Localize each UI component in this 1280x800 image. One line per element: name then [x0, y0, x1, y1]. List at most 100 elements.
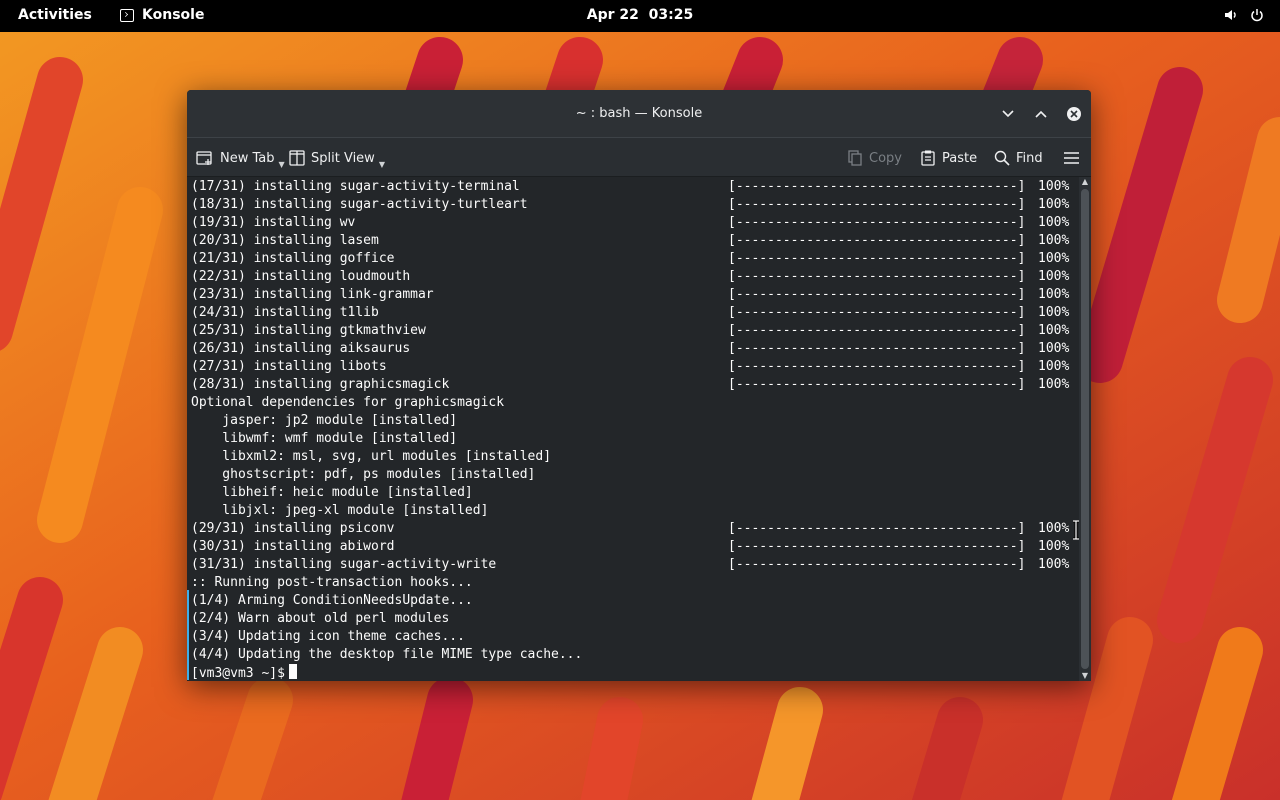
terminal-line: (19/31) installing wv [------------------…	[191, 214, 1071, 232]
progress-bar-text: [------------------------------------]	[728, 539, 1026, 554]
maximize-button[interactable]	[1031, 104, 1051, 124]
terminal-line: (21/31) installing goffice [-------------…	[191, 250, 1071, 268]
terminal-line-text: (28/31) installing graphicsmagick	[191, 377, 450, 392]
terminal-icon	[120, 8, 134, 22]
terminal-scrollbar[interactable]: ▲ ▼	[1079, 177, 1091, 681]
activities-button[interactable]: Activities	[18, 7, 92, 23]
window-titlebar[interactable]: ~ : bash — Konsole	[187, 90, 1091, 137]
terminal-line: (4/4) Updating the desktop file MIME typ…	[191, 646, 1071, 664]
scroll-down-arrow[interactable]: ▼	[1079, 671, 1091, 681]
terminal-line-text: libwmf: wmf module [installed]	[191, 431, 458, 446]
text-cursor	[288, 664, 297, 679]
terminal-line-text: (24/31) installing t1lib	[191, 305, 379, 320]
terminal-line: (25/31) installing gtkmathview [---------…	[191, 322, 1071, 340]
progress-percent: 100%	[1038, 521, 1070, 536]
terminal-line-text: (17/31) installing sugar-activity-termin…	[191, 179, 520, 194]
progress-bar-text: [------------------------------------]	[728, 197, 1026, 212]
progress-percent: 100%	[1038, 341, 1070, 356]
progress-bar-text: [------------------------------------]	[728, 323, 1026, 338]
split-view-button[interactable]: Split View ▼	[289, 147, 385, 169]
terminal-line: (26/31) installing aiksaurus [-----------…	[191, 340, 1071, 358]
terminal-line-text: (29/31) installing psiconv	[191, 521, 395, 536]
find-label: Find	[1016, 150, 1043, 166]
progress-bar-text: [------------------------------------]	[728, 305, 1026, 320]
copy-icon	[848, 150, 862, 166]
terminal-line: (24/31) installing t1lib [---------------…	[191, 304, 1071, 322]
terminal-line: (29/31) installing psiconv [-------------…	[191, 520, 1071, 538]
terminal-line-text: (21/31) installing goffice	[191, 251, 395, 266]
progress-bar-text: [------------------------------------]	[728, 359, 1026, 374]
terminal-line: (20/31) installing lasem [---------------…	[191, 232, 1071, 250]
terminal-line: libheif: heic module [installed]	[191, 484, 1071, 502]
terminal-line-text: (4/4) Updating the desktop file MIME typ…	[191, 647, 583, 662]
minimize-button[interactable]	[998, 104, 1018, 124]
scroll-up-arrow[interactable]: ▲	[1079, 177, 1091, 187]
clock[interactable]: Apr 22 03:25	[587, 7, 693, 23]
app-menu-button[interactable]: Konsole	[120, 7, 204, 23]
progress-percent: 100%	[1038, 215, 1070, 230]
terminal-line: (22/31) installing loudmouth [-----------…	[191, 268, 1071, 286]
progress-bar-text: [------------------------------------]	[728, 269, 1026, 284]
progress-bar-text: [------------------------------------]	[728, 521, 1026, 536]
progress-bar-text: [------------------------------------]	[728, 377, 1026, 392]
window-title: ~ : bash — Konsole	[575, 106, 703, 121]
new-tab-button[interactable]: New Tab ▼	[196, 147, 285, 169]
terminal-line: jasper: jp2 module [installed]	[191, 412, 1071, 430]
close-button[interactable]	[1064, 104, 1084, 124]
konsole-toolbar: New Tab ▼ Split View ▼ Copy Paste Find	[187, 137, 1091, 177]
hamburger-menu-button[interactable]	[1063, 147, 1080, 169]
prompt-line[interactable]: [vm3@vm3 ~]$	[191, 664, 1071, 681]
terminal-line: (2/4) Warn about old perl modules	[191, 610, 1071, 628]
copy-button[interactable]: Copy	[847, 147, 902, 169]
maximize-icon	[1035, 110, 1047, 118]
top-bar: Activities Konsole Apr 22 03:25	[0, 0, 1280, 32]
terminal-line-text: ghostscript: pdf, ps modules [installed]	[191, 467, 536, 482]
terminal-line: Optional dependencies for graphicsmagick	[191, 394, 1071, 412]
terminal-line-text: (31/31) installing sugar-activity-write	[191, 557, 497, 572]
chevron-down-icon: ▼	[378, 159, 385, 169]
progress-bar-text: [------------------------------------]	[728, 233, 1026, 248]
search-icon	[994, 150, 1010, 166]
terminal-line-text: (30/31) installing abiword	[191, 539, 395, 554]
progress-percent: 100%	[1038, 323, 1070, 338]
progress-percent: 100%	[1038, 377, 1070, 392]
terminal-line-text: jasper: jp2 module [installed]	[191, 413, 458, 428]
terminal-line-text: (20/31) installing lasem	[191, 233, 379, 248]
find-button[interactable]: Find	[994, 147, 1043, 169]
scrollbar-thumb[interactable]	[1081, 189, 1089, 669]
terminal-line: (3/4) Updating icon theme caches...	[191, 628, 1071, 646]
progress-bar-text: [------------------------------------]	[728, 179, 1026, 194]
chevron-down-icon: ▼	[278, 159, 285, 169]
progress-percent: 100%	[1038, 251, 1070, 266]
terminal-line: libjxl: jpeg-xl module [installed]	[191, 502, 1071, 520]
terminal-line: (30/31) installing abiword [-------------…	[191, 538, 1071, 556]
progress-percent: 100%	[1038, 233, 1070, 248]
minimize-icon	[1002, 110, 1014, 118]
split-view-icon	[289, 150, 305, 166]
terminal-line: libwmf: wmf module [installed]	[191, 430, 1071, 448]
progress-percent: 100%	[1038, 557, 1070, 572]
terminal-line: :: Running post-transaction hooks...	[191, 574, 1071, 592]
progress-bar-text: [------------------------------------]	[728, 557, 1026, 572]
close-icon	[1067, 107, 1081, 121]
terminal-view[interactable]: (17/31) installing sugar-activity-termin…	[187, 177, 1079, 681]
split-view-label: Split View	[311, 150, 375, 166]
progress-bar-text: [------------------------------------]	[728, 251, 1026, 266]
progress-percent: 100%	[1038, 359, 1070, 374]
copy-label: Copy	[869, 150, 902, 166]
paste-button[interactable]: Paste	[920, 147, 977, 169]
terminal-line-text: (27/31) installing libots	[191, 359, 387, 374]
new-tab-label: New Tab	[220, 150, 275, 166]
hamburger-menu-icon	[1064, 152, 1079, 164]
progress-percent: 100%	[1038, 305, 1070, 320]
progress-percent: 100%	[1038, 269, 1070, 284]
terminal-line: (27/31) installing libots [--------------…	[191, 358, 1071, 376]
progress-percent: 100%	[1038, 539, 1070, 554]
system-menu[interactable]	[1224, 8, 1264, 22]
volume-icon	[1225, 10, 1236, 20]
terminal-line-text: (3/4) Updating icon theme caches...	[191, 629, 465, 644]
terminal-line-text: (19/31) installing wv	[191, 215, 356, 230]
mouse-ibeam-cursor	[1073, 520, 1079, 540]
terminal-line-text: (26/31) installing aiksaurus	[191, 341, 411, 356]
terminal-line-text: (1/4) Arming ConditionNeedsUpdate...	[191, 593, 473, 608]
